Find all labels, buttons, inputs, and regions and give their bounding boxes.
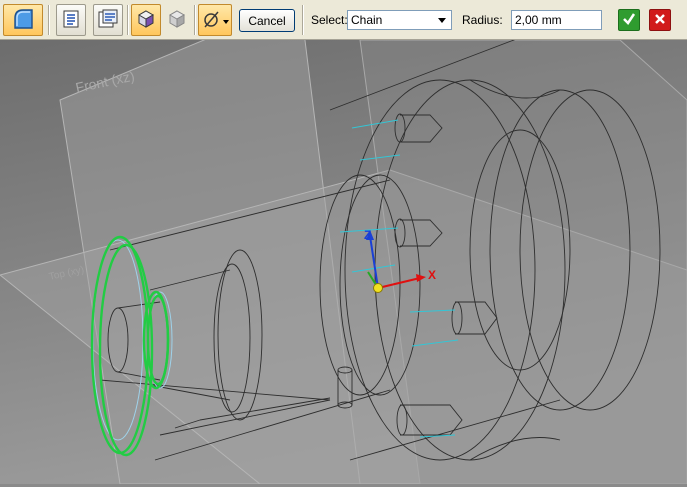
properties-sheet-icon <box>97 9 119 32</box>
command-bar: Cancel Select: Chain Radius: <box>0 0 687 40</box>
checkmark-icon <box>622 12 636 29</box>
chevron-down-icon <box>434 12 450 28</box>
options-button[interactable] <box>56 4 86 36</box>
selection-type-dropdown-button[interactable] <box>198 4 232 36</box>
reject-button[interactable] <box>649 9 671 31</box>
select-step-button[interactable] <box>131 4 161 36</box>
select-value: Chain <box>351 13 383 27</box>
radius-label: Radius: <box>462 13 503 27</box>
radius-field[interactable] <box>511 10 602 30</box>
axis-x-label: X <box>428 268 437 282</box>
properties-button[interactable] <box>93 4 123 36</box>
select-label: Select: <box>311 13 348 27</box>
preview-cube-icon <box>167 9 187 32</box>
graphics-viewport[interactable]: Front (xz) Top (xy) Z X <box>0 0 687 485</box>
axis-z-label: Z <box>364 228 372 242</box>
accept-button[interactable] <box>618 9 640 31</box>
select-cube-icon <box>136 9 156 32</box>
chevron-down-icon <box>222 13 229 27</box>
round-feature-icon <box>10 6 36 35</box>
select-dropdown[interactable]: Chain <box>347 10 452 30</box>
preview-step-button[interactable] <box>163 4 191 36</box>
model-canvas <box>0 0 687 485</box>
round-step-button[interactable] <box>3 4 43 36</box>
close-icon <box>654 13 666 28</box>
options-list-icon <box>61 9 81 32</box>
cancel-button[interactable]: Cancel <box>239 9 295 32</box>
edge-selection-icon <box>202 9 222 32</box>
